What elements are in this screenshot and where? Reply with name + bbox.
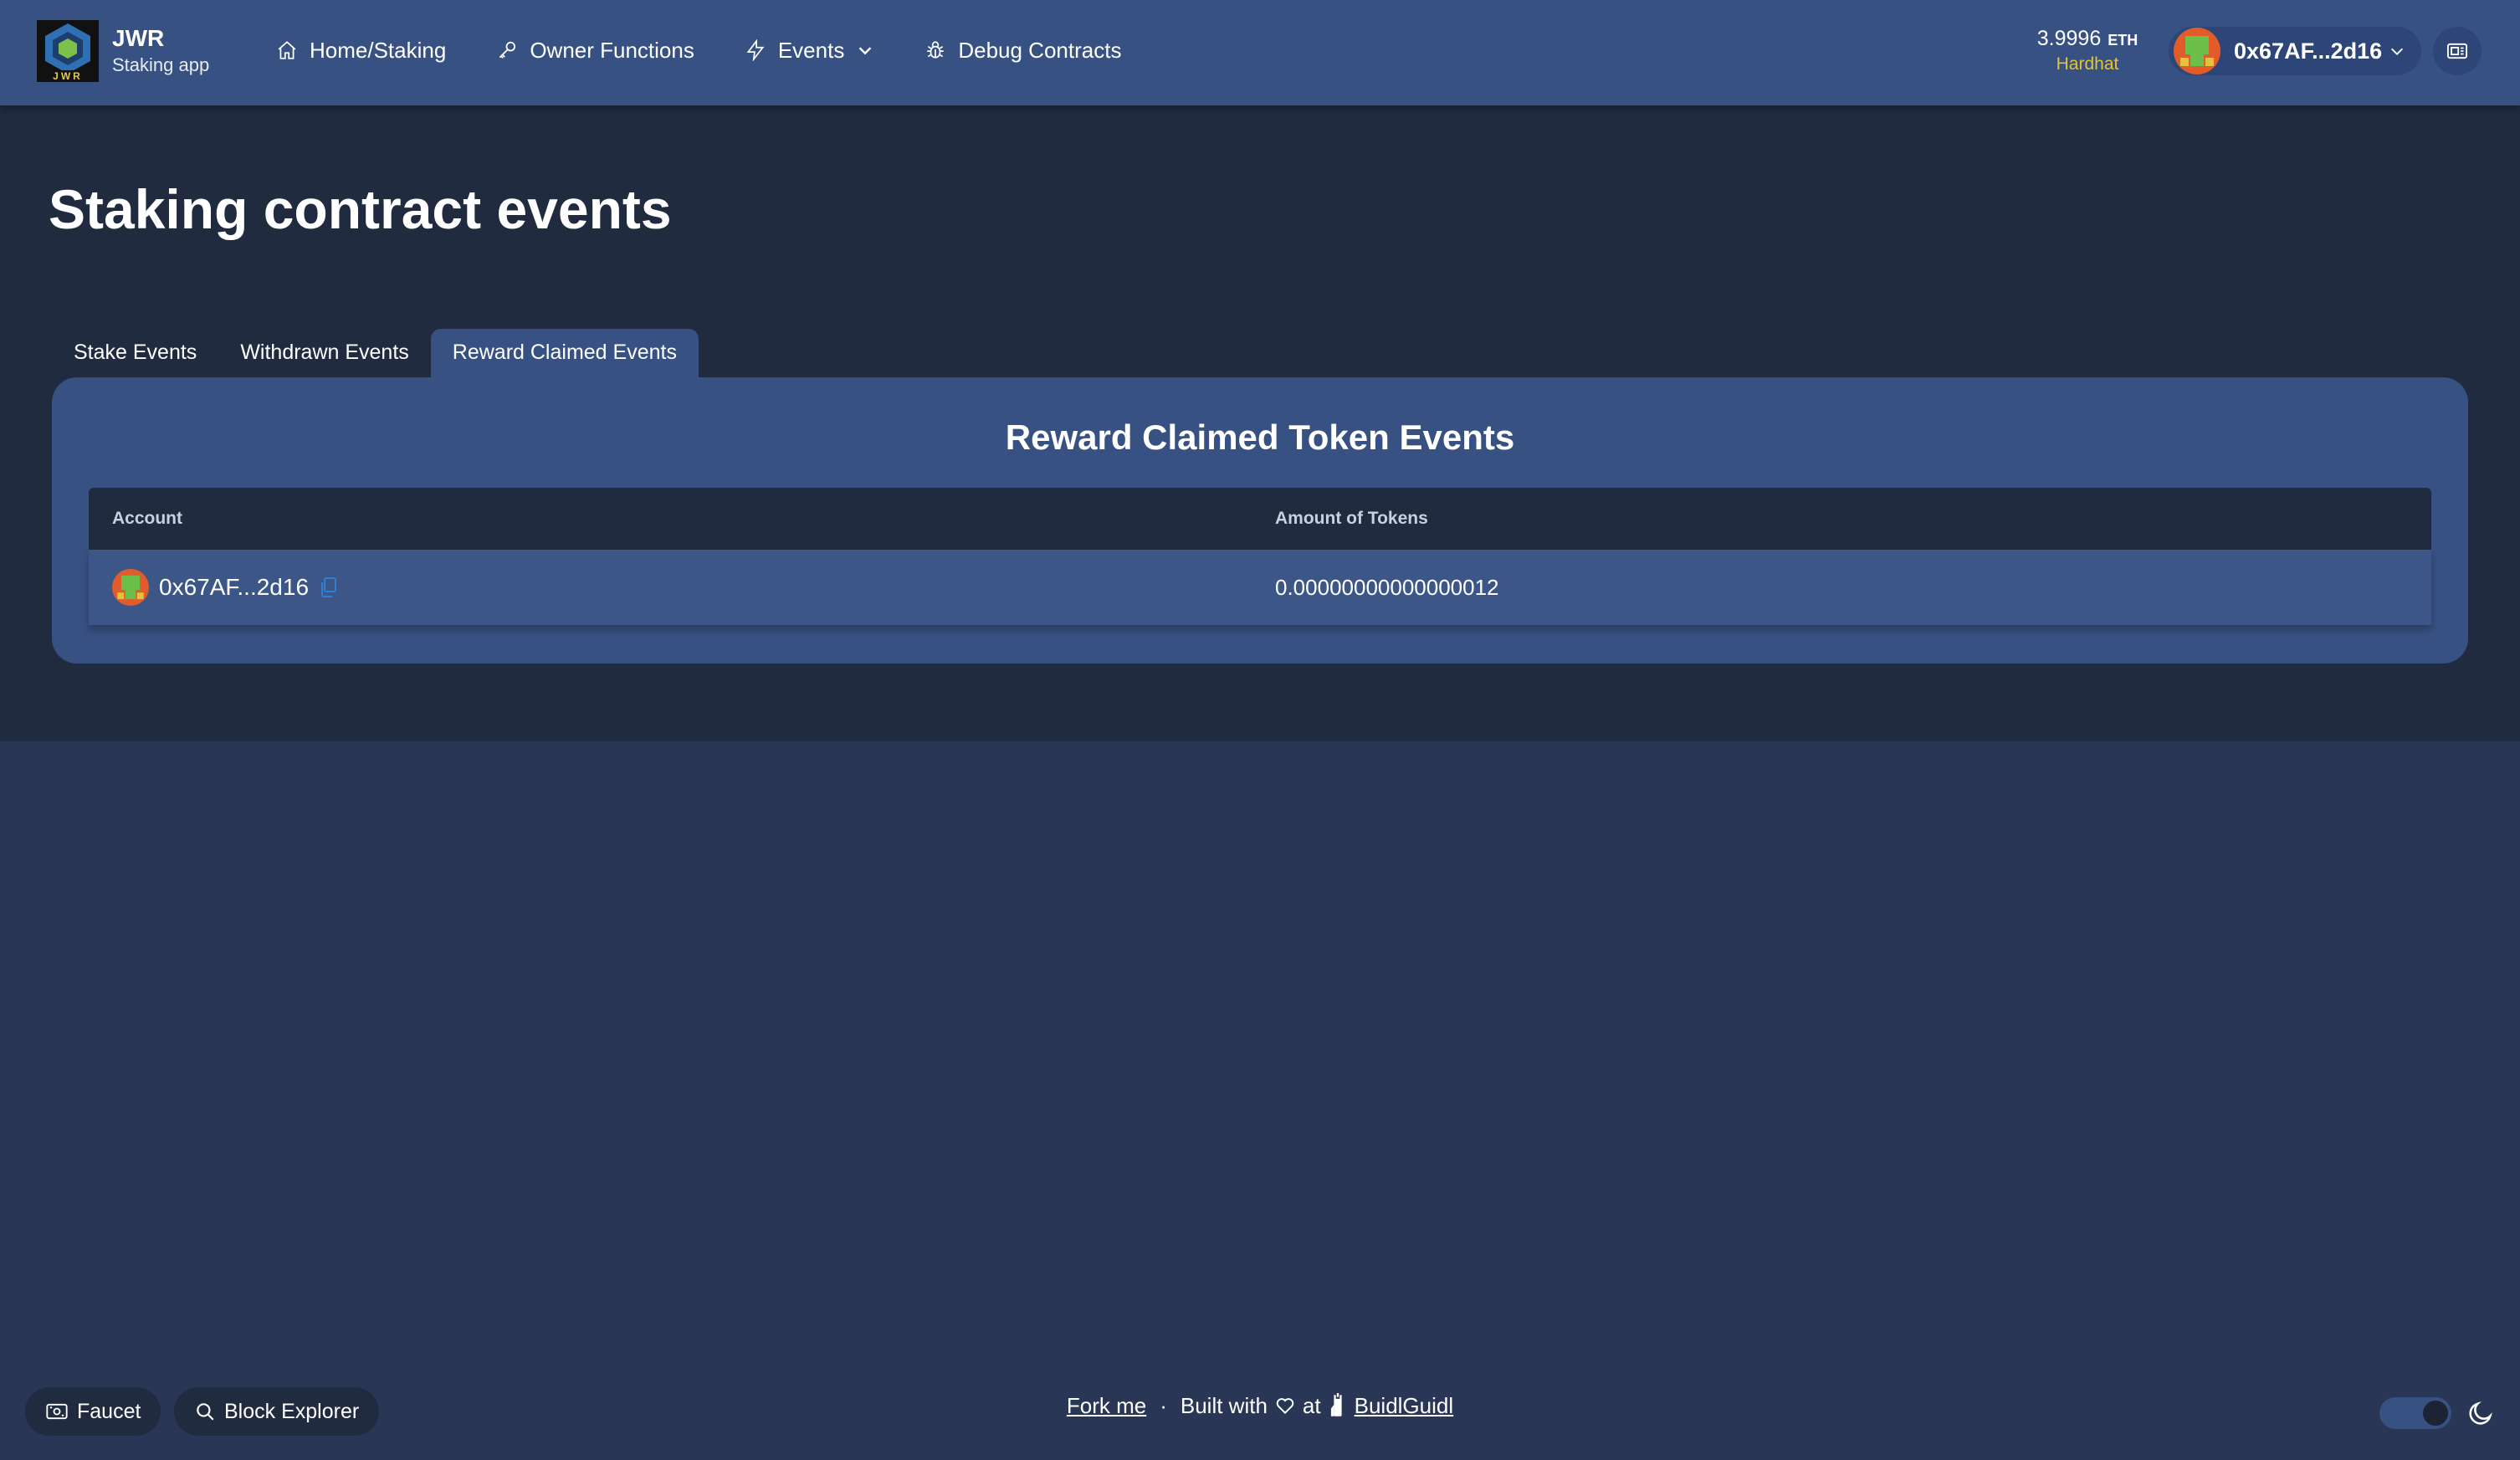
chevron-down-icon — [2390, 48, 2404, 55]
avatar — [112, 569, 149, 606]
bolt-icon — [746, 39, 765, 61]
tab-reward-claimed-events[interactable]: Reward Claimed Events — [430, 329, 699, 377]
amount-cell: 0.00000000000000012 — [1275, 574, 1499, 600]
table-row: 0x67AF...2d16 0.00000000000000012 — [89, 550, 2431, 625]
app-brand[interactable]: JWR JWR Staking app — [37, 20, 209, 82]
nav-owner-functions[interactable]: Owner Functions — [496, 38, 694, 64]
balance-unit: ETH — [2108, 32, 2138, 49]
account-address-link[interactable]: 0x67AF...2d16 — [159, 574, 309, 601]
fork-me-link[interactable]: Fork me — [1067, 1389, 1146, 1422]
theme-toggle[interactable] — [2379, 1397, 2451, 1429]
panel-title: Reward Claimed Token Events — [1005, 418, 1515, 457]
castle-icon — [1328, 1393, 1348, 1418]
table-header: Account Amount of Tokens — [89, 488, 2431, 550]
home-icon — [278, 41, 296, 59]
moon-icon — [2469, 1401, 2492, 1425]
balance-value: 3.9996 — [2036, 27, 2102, 50]
events-table: Account Amount of Tokens 0x67AF...2d16 0… — [89, 488, 2431, 625]
column-header-amount: Amount of Tokens — [1275, 509, 1428, 528]
toggle-knob — [2423, 1401, 2448, 1426]
events-tabs: Stake Events Withdrawn Events Reward Cla… — [52, 329, 699, 377]
buidlguidl-link[interactable]: BuidlGuidl — [1355, 1389, 1454, 1422]
events-panel: Reward Claimed Token Events Account Amou… — [52, 377, 2468, 663]
account-cell: 0x67AF...2d16 — [112, 550, 339, 625]
account-address: 0x67AF...2d16 — [2234, 38, 2383, 64]
column-header-account: Account — [112, 509, 182, 528]
avatar — [2174, 28, 2220, 74]
logo-lettering: JWR — [53, 70, 83, 82]
nav-debug-contracts[interactable]: Debug Contracts — [925, 38, 1121, 64]
app-subtitle: Staking app — [112, 54, 210, 75]
chevron-down-icon — [859, 47, 872, 55]
app-title: JWR — [112, 25, 165, 51]
nav-events-label: Events — [777, 37, 845, 63]
bug-icon — [927, 41, 945, 59]
key-icon — [499, 41, 516, 59]
main-nav: Home/Staking Owner Functions Events Debu… — [276, 0, 1171, 100]
app-logo: JWR — [37, 20, 99, 82]
footer-credits: Fork me · Built with at BuidlGuidl — [0, 1389, 2520, 1422]
nav-events-dropdown[interactable]: Events — [745, 38, 875, 64]
nav-home-staking[interactable]: Home/Staking — [276, 38, 446, 64]
page-title: Staking contract events — [49, 178, 672, 240]
footer-separator: · — [1160, 1393, 1167, 1418]
tab-withdrawn-events[interactable]: Withdrawn Events — [218, 329, 430, 377]
tab-stake-events[interactable]: Stake Events — [52, 329, 218, 377]
network-name: Hardhat — [2056, 54, 2119, 74]
qr-code-button[interactable] — [2433, 27, 2482, 75]
account-dropdown-button[interactable]: 0x67AF...2d16 — [2169, 27, 2421, 75]
nav-home-staking-label: Home/Staking — [310, 37, 447, 63]
qr-code-icon — [2446, 43, 2468, 59]
nav-debug-contracts-label: Debug Contracts — [958, 37, 1122, 63]
heart-icon — [1274, 1395, 1296, 1416]
nav-owner-functions-label: Owner Functions — [530, 37, 694, 63]
built-with-text: Built with — [1180, 1393, 1268, 1418]
at-text: at — [1302, 1393, 1321, 1418]
copy-icon[interactable] — [319, 576, 339, 598]
top-navbar: JWR JWR Staking app Home/Staking Owner F… — [0, 0, 2520, 105]
wallet-balance: 3.9996 ETH Hardhat — [2025, 25, 2150, 75]
